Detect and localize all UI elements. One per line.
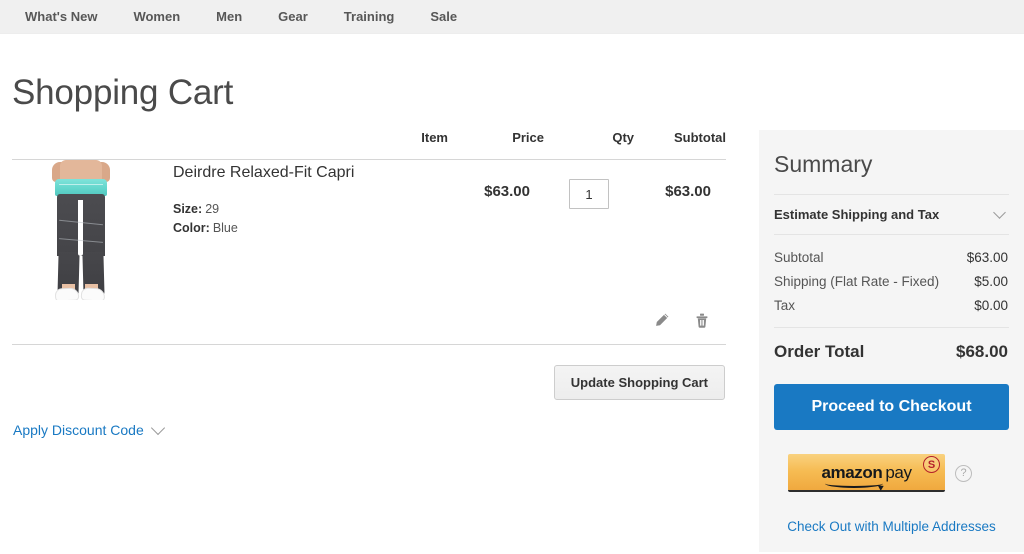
product-option-color: Color: Blue [173,219,354,238]
help-circle-icon[interactable]: ? [955,464,972,482]
proceed-to-checkout-button[interactable]: Proceed to Checkout [774,384,1009,431]
apply-discount-code-toggle[interactable]: Apply Discount Code [12,420,165,438]
item-qty-cell [544,160,634,301]
option-label-size: Size: [173,202,203,217]
amazon-pay-row: amazon pay S ? [774,454,1009,493]
amazon-s-badge-icon: S [923,456,940,474]
cart-actions: Update Shopping Cart [12,345,726,400]
summary-row-tax: Tax $0.00 [774,294,1009,318]
item-subtotal: $63.00 [665,183,711,200]
nav-item-training[interactable]: Training [326,0,413,34]
summary-label-shipping: Shipping (Flat Rate - Fixed) [774,274,940,290]
option-label-color: Color: [173,221,210,236]
order-total-label: Order Total [774,342,865,362]
summary-value-shipping: $5.00 [974,274,1008,290]
main-navigation-bar: What's New Women Men Gear Training Sale [0,0,1024,34]
product-details: Deirdre Relaxed-Fit Capri Size: 29 Color:… [134,160,354,238]
chevron-down-icon [993,205,1006,219]
summary-value-subtotal: $63.00 [966,250,1008,266]
cart-table-header: Item Price Qty Subtotal [12,130,726,160]
column-header-price: Price [448,130,544,160]
summary-row-subtotal: Subtotal $63.00 [774,246,1009,270]
option-value-color: Blue [212,221,238,236]
summary-title: Summary [774,151,873,177]
check-out-multiple-addresses-link[interactable]: Check Out with Multiple Addresses [774,519,1009,534]
nav-item-sale[interactable]: Sale [412,0,475,34]
estimate-shipping-label: Estimate Shipping and Tax [774,207,940,223]
trash-icon[interactable] [692,310,712,330]
summary-label-subtotal: Subtotal [774,250,824,266]
summary-value-tax: $0.00 [974,298,1008,314]
table-row: Deirdre Relaxed-Fit Capri Size: 29 Color:… [12,160,726,301]
apply-discount-code-label: Apply Discount Code [13,422,144,438]
nav-item-women[interactable]: Women [115,0,198,34]
nav-item-men[interactable]: Men [198,0,260,34]
page-title: Shopping Cart [12,73,234,113]
cart-section: Item Price Qty Subtotal Deirdre Relaxed-… [12,130,726,440]
update-shopping-cart-button[interactable]: Update Shopping Cart [553,365,725,400]
amazon-pay-text: pay [885,462,912,482]
summary-totals: Subtotal $63.00 Shipping (Flat Rate - Fi… [774,235,1009,362]
summary-row-shipping: Shipping (Flat Rate - Fixed) $5.00 [774,270,1009,294]
order-total-row: Order Total $68.00 [774,327,1009,362]
column-header-subtotal: Subtotal [634,130,726,160]
cart-item-cell: Deirdre Relaxed-Fit Capri Size: 29 Color:… [12,160,448,300]
nav-item-whats-new[interactable]: What's New [12,0,115,34]
chevron-down-icon [150,420,165,435]
summary-label-tax: Tax [774,298,796,314]
order-summary-panel: Summary Estimate Shipping and Tax Subtot… [759,130,1024,552]
option-value-size: 29 [205,202,220,217]
product-option-size: Size: 29 [173,200,354,219]
quantity-input[interactable] [569,179,609,209]
cart-items-table: Item Price Qty Subtotal Deirdre Relaxed-… [12,130,726,344]
amazon-smile-icon [825,479,884,488]
nav-item-gear[interactable]: Gear [260,0,326,34]
amazon-pay-wordmark: amazon pay [821,462,912,488]
product-thumbnail-image[interactable] [26,160,134,300]
column-header-qty: Qty [544,130,634,160]
item-actions-row [12,300,726,344]
page-content: Shopping Cart Item Price Qty Subtotal De… [0,34,1024,554]
order-total-value: $68.00 [956,342,1008,362]
amazon-pay-button[interactable]: amazon pay S [788,454,945,493]
item-price: $63.00 [484,183,530,200]
pencil-icon[interactable] [652,310,672,330]
product-name-link[interactable]: Deirdre Relaxed-Fit Capri [173,163,354,182]
column-header-item: Item [12,130,448,160]
estimate-shipping-and-tax-toggle[interactable]: Estimate Shipping and Tax [774,194,1009,236]
